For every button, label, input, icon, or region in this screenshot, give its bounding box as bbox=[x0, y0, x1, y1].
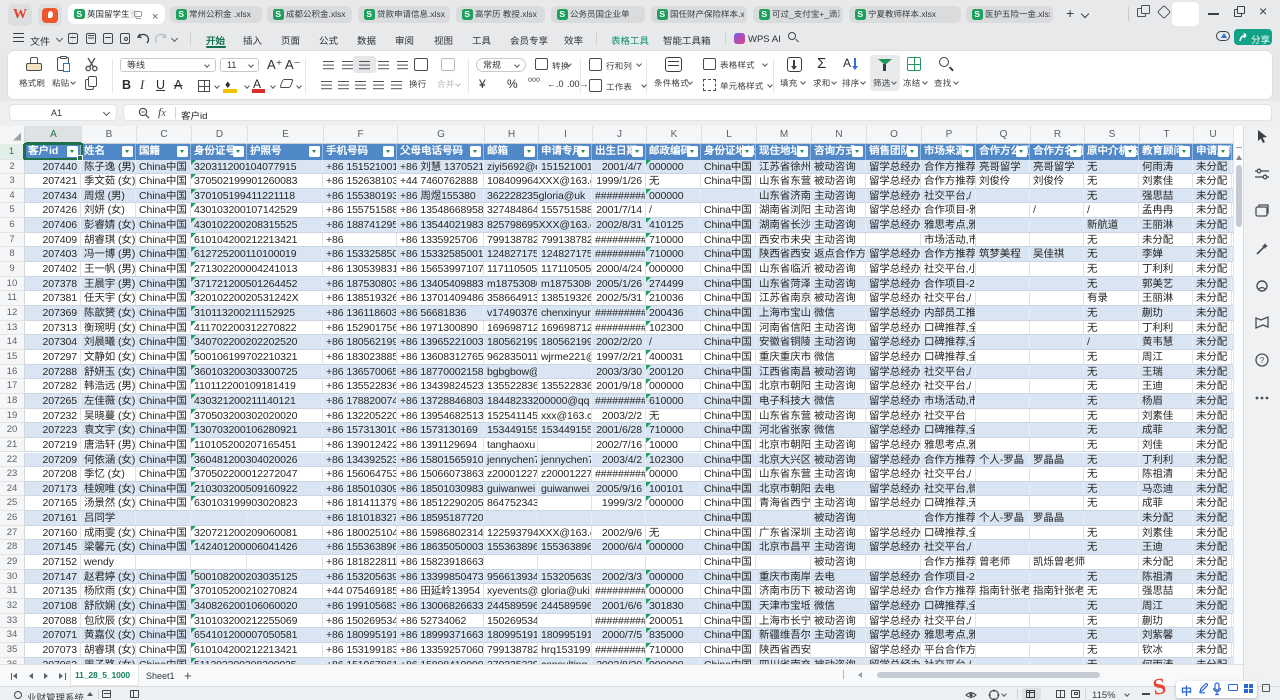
svg-text:?: ? bbox=[1260, 356, 1265, 365]
